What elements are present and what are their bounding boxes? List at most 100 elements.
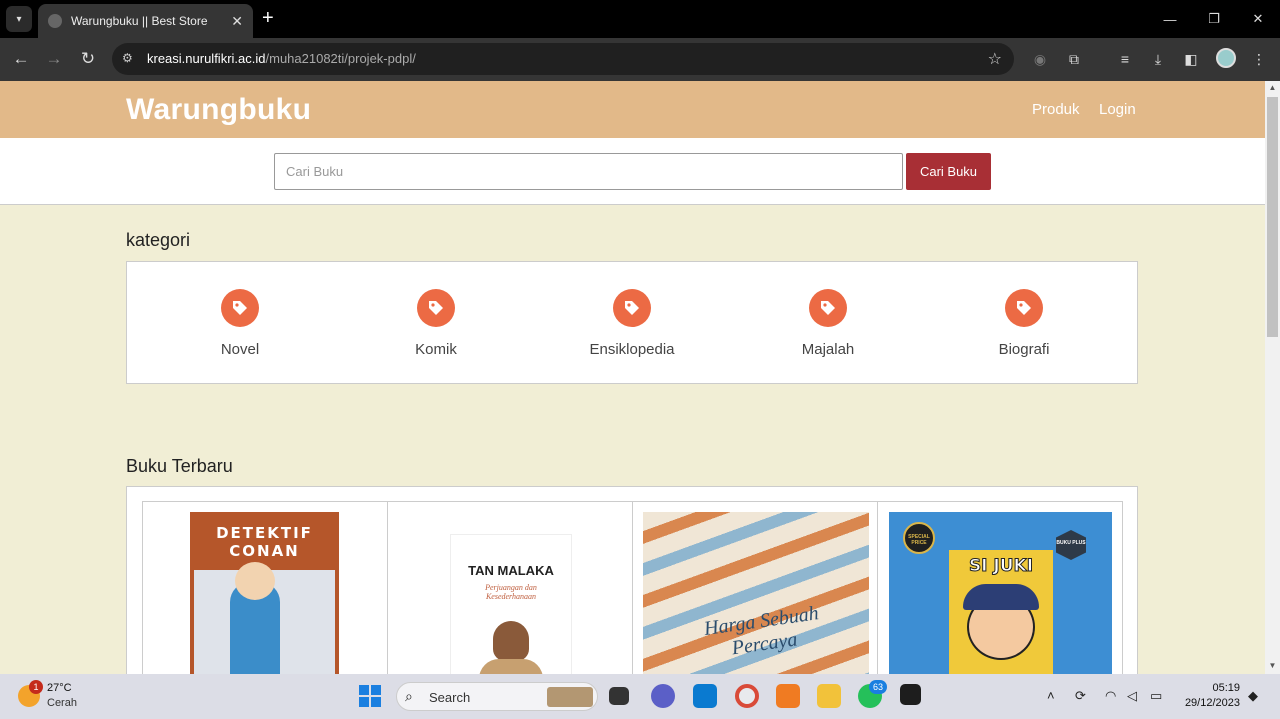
volume-icon[interactable]: ◁ bbox=[1127, 688, 1137, 704]
tab-title: Warungbuku || Best Store bbox=[71, 14, 208, 28]
book-card-tan-malaka[interactable]: TAN MALAKA Perjuangan dan Kesederhanaan bbox=[387, 501, 633, 674]
file-explorer-icon[interactable] bbox=[817, 684, 841, 708]
page-viewport: Warungbuku Produk Login Cari Buku katego… bbox=[0, 81, 1265, 674]
browser-tab-bar: ▾ Warungbuku || Best Store ✕ + — ❐ ✕ bbox=[0, 0, 1280, 38]
cover-character-hair bbox=[963, 584, 1039, 610]
forward-button[interactable]: → bbox=[43, 48, 65, 70]
category-label: Biografi bbox=[998, 341, 1050, 358]
close-window-button[interactable]: ✕ bbox=[1236, 0, 1280, 38]
category-item-novel[interactable]: Novel bbox=[160, 289, 320, 358]
chrome-icon[interactable] bbox=[735, 684, 759, 708]
weather-badge: 1 bbox=[29, 680, 43, 694]
cover-portrait bbox=[493, 621, 529, 661]
battery-icon[interactable]: ▭ bbox=[1150, 688, 1162, 704]
category-item-majalah[interactable]: Majalah bbox=[748, 289, 908, 358]
xampp-icon[interactable] bbox=[776, 684, 800, 708]
scroll-down-arrow[interactable]: ▼ bbox=[1268, 661, 1277, 670]
notification-bell-icon[interactable]: ◆ bbox=[1248, 688, 1258, 704]
site-header: Warungbuku Produk Login bbox=[0, 81, 1265, 138]
side-panel-icon[interactable]: ◧ bbox=[1181, 49, 1201, 69]
buku-plus-text: BUKU PLUS bbox=[1056, 540, 1086, 546]
download-icon[interactable]: ⤓ bbox=[1148, 49, 1168, 69]
clock-date[interactable]: 29/12/2023 bbox=[1180, 697, 1240, 709]
browser-tab-active[interactable]: Warungbuku || Best Store ✕ bbox=[38, 4, 253, 38]
site-brand-logo[interactable]: Warungbuku bbox=[126, 93, 311, 127]
os-taskbar: 1 27°C Cerah ⌕ Search 63 ˄ ⟳ ◠ ◁ ▭ 05:19… bbox=[0, 674, 1280, 719]
sticky-notes-icon[interactable] bbox=[900, 684, 921, 705]
url-host: kreasi.nurulfikri.ac.id bbox=[147, 51, 266, 66]
globe-icon bbox=[48, 14, 62, 28]
cover-portrait-body bbox=[479, 659, 543, 674]
taskbar-search[interactable]: ⌕ Search bbox=[396, 682, 598, 711]
taskbar-search-label: Search bbox=[429, 690, 471, 705]
special-price-text: SPECIAL PRICE bbox=[908, 534, 930, 546]
category-label: Ensiklopedia bbox=[589, 341, 675, 358]
search-input[interactable] bbox=[274, 153, 903, 190]
chevron-up-icon[interactable]: ˄ bbox=[1047, 688, 1055, 703]
tab-search-icon[interactable]: ▾ bbox=[6, 6, 32, 32]
category-item-ensiklopedia[interactable]: Ensiklopedia bbox=[552, 289, 712, 358]
task-view-icon[interactable] bbox=[609, 687, 629, 705]
scroll-up-arrow[interactable]: ▲ bbox=[1268, 83, 1277, 92]
book-cover-conan: DETEKTIF CONAN bbox=[190, 512, 339, 674]
wifi-icon[interactable]: ◠ bbox=[1105, 688, 1116, 704]
search-button[interactable]: Cari Buku bbox=[906, 153, 991, 190]
close-icon[interactable]: ✕ bbox=[231, 13, 243, 30]
site-info-icon[interactable]: ⚙ bbox=[122, 51, 138, 67]
cover-title: SI JUKI bbox=[968, 556, 1034, 577]
nav-link-produk[interactable]: Produk bbox=[1032, 101, 1080, 118]
browser-toolbar: ← → ↻ ⚙ kreasi.nurulfikri.ac.id/muha2108… bbox=[0, 38, 1280, 81]
book-card-harga-sebuah-percaya[interactable]: Harga Sebuah Percaya bbox=[632, 501, 878, 674]
search-icon: ⌕ bbox=[405, 688, 413, 704]
book-cover-harga: Harga Sebuah Percaya bbox=[643, 512, 869, 674]
bookmark-star-icon[interactable]: ☆ bbox=[988, 49, 1002, 69]
nav-link-login[interactable]: Login bbox=[1099, 101, 1136, 118]
address-bar[interactable]: ⚙ kreasi.nurulfikri.ac.id/muha21082ti/pr… bbox=[112, 43, 1014, 75]
buku-terbaru-heading: Buku Terbaru bbox=[126, 456, 233, 476]
tag-icon bbox=[809, 289, 847, 327]
whatsapp-badge: 63 bbox=[869, 680, 887, 694]
kategori-heading: kategori bbox=[126, 230, 191, 250]
kategori-panel: Novel Komik Ensiklopedia Majalah Biograf… bbox=[126, 261, 1138, 384]
media-controls-icon[interactable]: ≡ bbox=[1115, 49, 1135, 69]
weather-temperature[interactable]: 27°C bbox=[47, 682, 72, 694]
book-card-si-juki[interactable]: SPECIAL PRICE BUKU PLUS SI JUKI bbox=[877, 501, 1123, 674]
vscode-icon[interactable] bbox=[693, 684, 717, 708]
url-path: /muha21082ti/projek-pdpl/ bbox=[265, 51, 416, 66]
book-card-conan[interactable]: DETEKTIF CONAN bbox=[142, 501, 388, 674]
windows-start-icon[interactable] bbox=[359, 685, 381, 707]
book-cover-si-juki: SPECIAL PRICE BUKU PLUS SI JUKI bbox=[889, 512, 1112, 674]
category-item-biografi[interactable]: Biografi bbox=[944, 289, 1104, 358]
cover-character-face bbox=[235, 562, 275, 600]
reload-button[interactable]: ↻ bbox=[77, 48, 99, 70]
book-cover-tan-malaka: TAN MALAKA Perjuangan dan Kesederhanaan bbox=[450, 534, 572, 674]
weather-condition[interactable]: Cerah bbox=[47, 697, 77, 709]
cover-title: TAN MALAKA bbox=[468, 563, 554, 578]
scroll-thumb[interactable] bbox=[1267, 97, 1278, 337]
page-scrollbar[interactable]: ▲ ▼ bbox=[1265, 81, 1280, 674]
search-highlight-image bbox=[547, 687, 593, 707]
new-tab-button[interactable]: + bbox=[262, 8, 274, 28]
minimize-button[interactable]: — bbox=[1148, 0, 1192, 38]
tag-icon bbox=[613, 289, 651, 327]
camera-icon[interactable]: ◉ bbox=[1030, 49, 1050, 69]
category-item-komik[interactable]: Komik bbox=[356, 289, 516, 358]
url-text[interactable]: kreasi.nurulfikri.ac.id/muha21082ti/proj… bbox=[147, 51, 416, 66]
tag-icon bbox=[1005, 289, 1043, 327]
category-label: Majalah bbox=[801, 341, 855, 358]
clock-time[interactable]: 05:19 bbox=[1208, 682, 1240, 694]
tag-icon bbox=[417, 289, 455, 327]
category-label: Novel bbox=[220, 341, 260, 358]
restore-button[interactable]: ❐ bbox=[1192, 0, 1236, 38]
search-section: Cari Buku bbox=[0, 138, 1265, 205]
tag-icon bbox=[221, 289, 259, 327]
back-button[interactable]: ← bbox=[10, 48, 32, 70]
sync-icon[interactable]: ⟳ bbox=[1075, 688, 1086, 704]
menu-kebab-icon[interactable]: ⋮ bbox=[1249, 49, 1269, 69]
cover-title: DETEKTIF CONAN bbox=[216, 524, 313, 560]
profile-avatar[interactable] bbox=[1216, 48, 1236, 68]
teams-icon[interactable] bbox=[651, 684, 675, 708]
extensions-icon[interactable]: ⧉ bbox=[1064, 49, 1084, 69]
window-controls: — ❐ ✕ bbox=[1148, 0, 1280, 38]
buku-terbaru-panel: DETEKTIF CONAN TAN MALAKA Perjuangan dan… bbox=[126, 486, 1138, 674]
